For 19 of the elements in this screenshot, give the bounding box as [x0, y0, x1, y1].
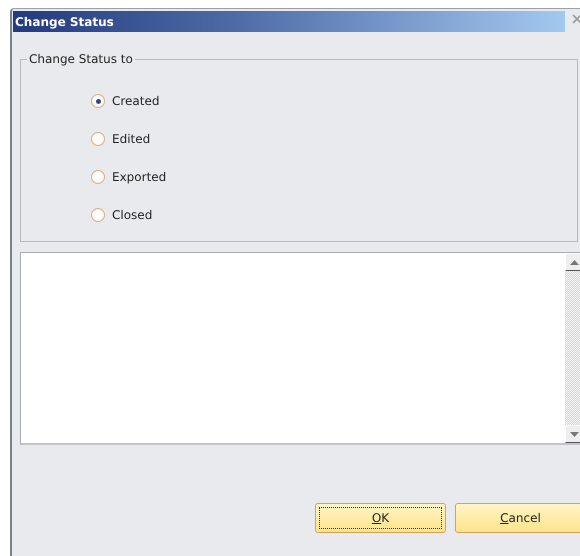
radio-icon [91, 170, 105, 184]
comment-field[interactable] [20, 252, 580, 445]
scroll-up-button[interactable] [565, 253, 580, 271]
down-arrow-icon [570, 432, 579, 436]
up-arrow-icon [570, 260, 579, 264]
scrollbar[interactable] [565, 253, 580, 443]
cancel-button[interactable]: Cancel [455, 503, 580, 533]
scroll-down-button[interactable] [565, 425, 580, 443]
group-label: Change Status to [28, 52, 134, 66]
window-title: Change Status [14, 14, 114, 28]
status-radio[interactable]: Created [91, 94, 160, 108]
radio-icon [91, 208, 105, 222]
radio-icon [91, 132, 105, 146]
status-radio[interactable]: Closed [91, 208, 152, 222]
status-radio[interactable]: Edited [91, 132, 150, 146]
radio-icon [91, 94, 105, 108]
close-icon[interactable] [572, 14, 580, 24]
status-radio[interactable]: Exported [91, 170, 166, 184]
ok-button[interactable]: OK [315, 503, 446, 533]
